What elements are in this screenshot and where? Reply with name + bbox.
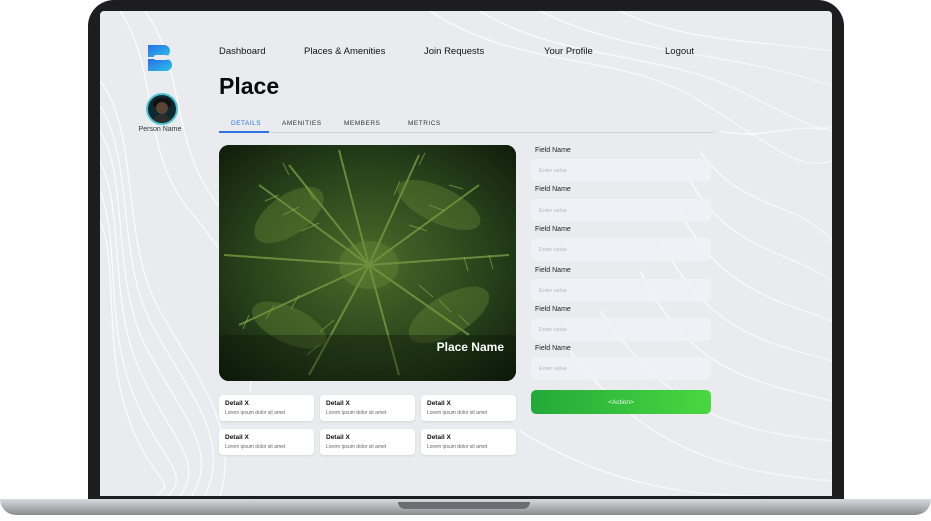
detail-subtitle: Lorem ipsum dolor sit amet — [427, 410, 488, 416]
action-button[interactable]: <Action> — [531, 390, 711, 414]
active-tab-indicator — [219, 131, 269, 133]
detail-title: Detail X — [427, 434, 451, 441]
laptop-notch — [398, 502, 530, 509]
nav-your-profile[interactable]: Your Profile — [544, 46, 593, 57]
nav-places-amenities[interactable]: Places & Amenities — [304, 46, 385, 57]
app-logo-icon[interactable] — [146, 44, 174, 72]
field-label: Field Name — [535, 226, 571, 233]
detail-title: Detail X — [326, 434, 350, 441]
field-label: Field Name — [535, 147, 571, 154]
field-label: Field Name — [535, 345, 571, 352]
field-input[interactable] — [531, 318, 711, 341]
nav-dashboard[interactable]: Dashboard — [219, 46, 265, 57]
place-name-label: Place Name — [436, 340, 504, 354]
detail-subtitle: Lorem ipsum dolor sit amet — [225, 444, 286, 450]
detail-card[interactable]: Detail X Lorem ipsum dolor sit amet — [421, 429, 516, 455]
field-input[interactable] — [531, 279, 711, 302]
detail-subtitle: Lorem ipsum dolor sit amet — [427, 444, 488, 450]
avatar-body — [152, 114, 172, 123]
detail-card[interactable]: Detail X Lorem ipsum dolor sit amet — [320, 395, 415, 421]
detail-title: Detail X — [326, 400, 350, 407]
detail-title: Detail X — [225, 434, 249, 441]
detail-subtitle: Lorem ipsum dolor sit amet — [326, 410, 387, 416]
detail-card[interactable]: Detail X Lorem ipsum dolor sit amet — [320, 429, 415, 455]
detail-card[interactable]: Detail X Lorem ipsum dolor sit amet — [421, 395, 516, 421]
tab-members[interactable]: MEMBERS — [344, 120, 380, 127]
field-input[interactable] — [531, 159, 711, 182]
tab-details[interactable]: DETAILS — [231, 120, 261, 127]
field-input[interactable] — [531, 357, 711, 380]
field-label: Field Name — [535, 186, 571, 193]
detail-title: Detail X — [427, 400, 451, 407]
place-image: Place Name — [219, 145, 516, 381]
person-name: Person Name — [138, 126, 182, 133]
tab-amenities[interactable]: AMENITIES — [282, 120, 322, 127]
detail-subtitle: Lorem ipsum dolor sit amet — [225, 410, 286, 416]
detail-title: Detail X — [225, 400, 249, 407]
nav-logout[interactable]: Logout — [665, 46, 694, 57]
avatar[interactable] — [146, 93, 178, 125]
detail-subtitle: Lorem ipsum dolor sit amet — [326, 444, 387, 450]
app-screen: Person Name Dashboard Places & Amenities… — [100, 11, 832, 496]
avatar-face — [156, 102, 168, 114]
field-input[interactable] — [531, 199, 711, 222]
field-label: Field Name — [535, 267, 571, 274]
nav-join-requests[interactable]: Join Requests — [424, 46, 484, 57]
detail-card[interactable]: Detail X Lorem ipsum dolor sit amet — [219, 395, 314, 421]
page-title: Place — [219, 73, 280, 99]
field-label: Field Name — [535, 306, 571, 313]
field-input[interactable] — [531, 238, 711, 261]
tabs-divider — [219, 132, 715, 133]
tab-metrics[interactable]: METRICS — [408, 120, 441, 127]
detail-card[interactable]: Detail X Lorem ipsum dolor sit amet — [219, 429, 314, 455]
